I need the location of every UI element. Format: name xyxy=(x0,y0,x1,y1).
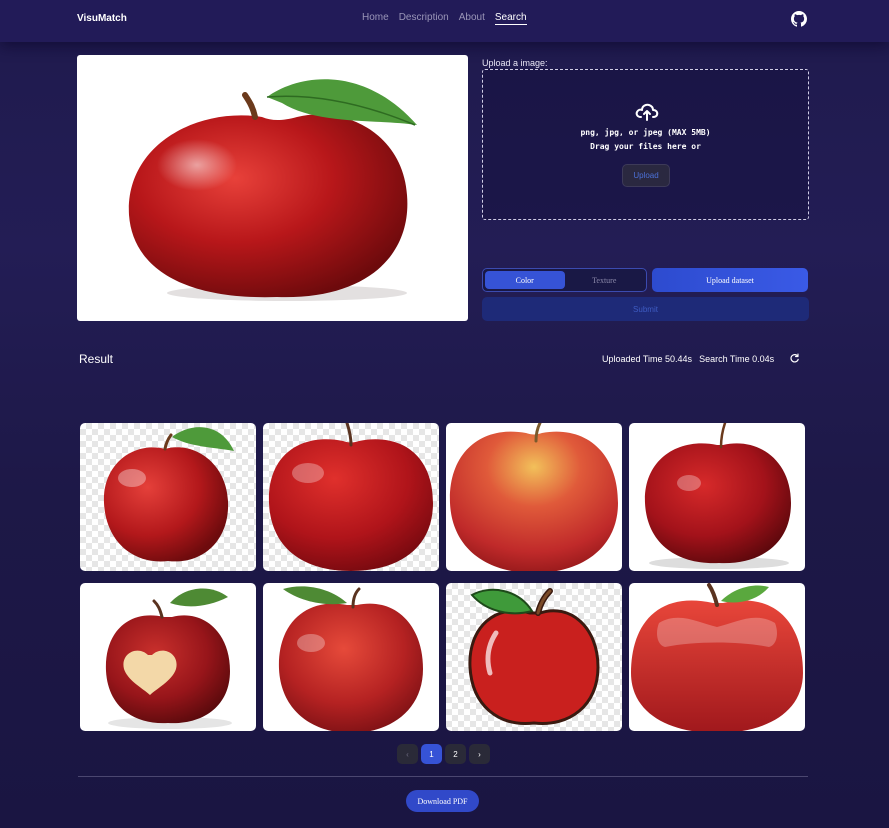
navbar: VisuMatch Home Description About Search xyxy=(0,0,889,42)
nav-link-search[interactable]: Search xyxy=(494,12,527,25)
result-image-card[interactable] xyxy=(629,423,805,571)
apple-illustration xyxy=(105,588,232,729)
apple-illustration xyxy=(449,423,618,571)
apple-illustration xyxy=(631,583,803,731)
result-image-card[interactable] xyxy=(629,583,805,731)
query-apple-illustration xyxy=(128,79,417,301)
file-dropzone[interactable]: png, jpg, or jpeg (MAX 5MB) Drag your fi… xyxy=(482,69,809,220)
upload-format-hint: png, jpg, or jpeg (MAX 5MB) xyxy=(580,128,711,137)
result-image-card[interactable] xyxy=(263,423,439,571)
nav-links: Home Description About Search xyxy=(362,12,527,25)
pagination-page-1[interactable]: 1 xyxy=(421,744,442,764)
result-image-card[interactable] xyxy=(446,423,622,571)
result-image-card[interactable] xyxy=(80,423,256,571)
pagination: ‹ 1 2 › xyxy=(397,744,490,764)
pagination-prev-button[interactable]: ‹ xyxy=(397,744,418,764)
refresh-icon[interactable] xyxy=(789,353,800,364)
pagination-page-2[interactable]: 2 xyxy=(445,744,466,764)
nav-link-home[interactable]: Home xyxy=(362,12,389,25)
upload-dataset-button[interactable]: Upload dataset xyxy=(652,268,808,292)
result-title: Result xyxy=(79,352,114,366)
nav-link-description[interactable]: Description xyxy=(399,12,449,25)
apple-illustration xyxy=(268,423,433,571)
brand-logo[interactable]: VisuMatch xyxy=(77,13,127,24)
download-pdf-button[interactable]: Download PDF xyxy=(406,790,479,812)
mode-option-texture[interactable]: Texture xyxy=(565,271,645,289)
uploaded-time: Uploaded Time 50.44s xyxy=(602,354,693,364)
apple-illustration xyxy=(644,423,791,569)
apple-illustration xyxy=(278,586,423,731)
apple-illustration xyxy=(103,427,234,562)
upload-button[interactable]: Upload xyxy=(622,164,670,187)
mode-toggle: Color Texture xyxy=(482,268,647,292)
pagination-next-button[interactable]: › xyxy=(469,744,490,764)
submit-button[interactable]: Submit xyxy=(482,297,809,321)
query-image xyxy=(77,55,468,321)
result-image-card[interactable] xyxy=(80,583,256,731)
github-icon[interactable] xyxy=(791,11,807,27)
cloud-upload-icon xyxy=(635,103,659,121)
upload-label: Upload a image: xyxy=(482,58,548,68)
search-time: Search Time 0.04s xyxy=(699,354,775,364)
apple-illustration xyxy=(468,588,600,725)
result-image-card[interactable] xyxy=(446,583,622,731)
result-image-card[interactable] xyxy=(263,583,439,731)
divider xyxy=(78,776,808,777)
mode-option-color[interactable]: Color xyxy=(485,271,565,289)
upload-drag-hint: Drag your files here or xyxy=(590,142,701,151)
result-stats: Uploaded Time 50.44s Search Time 0.04s xyxy=(602,354,774,364)
nav-link-about[interactable]: About xyxy=(459,12,485,25)
